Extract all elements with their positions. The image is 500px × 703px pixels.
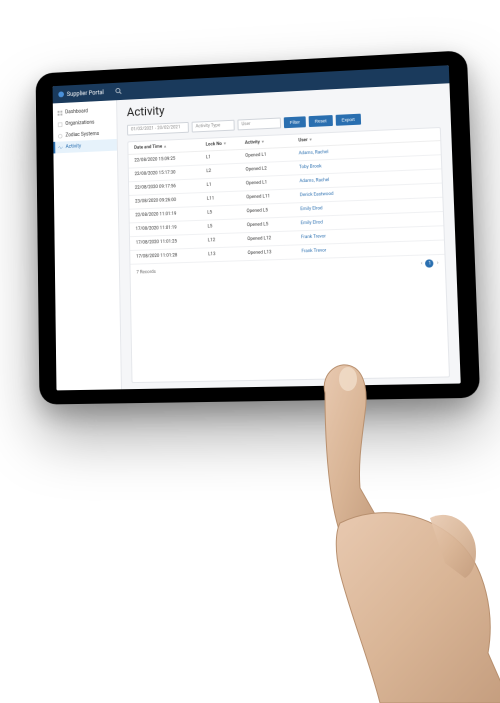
building-icon (58, 122, 63, 127)
cell-lock: L11 (207, 195, 246, 201)
system-icon (58, 133, 63, 138)
sidebar-item-label: Dashboard (65, 108, 88, 115)
sort-icon: ▼ (261, 139, 265, 144)
cell-activity: Opened L13 (248, 249, 302, 256)
cell-datetime: 17/08/2020 11:01:25 (136, 238, 208, 245)
cell-user[interactable]: Adams, Rachel (299, 174, 435, 185)
cell-activity: Opened L5 (247, 221, 301, 228)
cell-activity: Opened L2 (245, 165, 299, 172)
screen: Supplier Portal Dashboard (53, 65, 461, 390)
cell-user[interactable]: Adams, Rachel (299, 145, 435, 156)
cell-datetime: 22/08/2020 11:01:19 (135, 211, 207, 219)
main-content: Activity 01/02/2021 - 20/02/2021 Activit… (117, 83, 461, 389)
next-page-icon[interactable]: › (437, 260, 439, 266)
records-count: 7 Records (136, 269, 156, 275)
cell-lock: L5 (207, 223, 246, 229)
cell-lock: L5 (207, 209, 246, 215)
cell-user[interactable]: Toby Brook (299, 160, 435, 171)
cell-datetime: 22/08/2020 15:17:30 (135, 169, 207, 177)
export-button[interactable]: Export (335, 114, 361, 126)
cell-user[interactable]: Emily Elrod (300, 202, 436, 212)
tablet-bezel: Supplier Portal Dashboard (36, 50, 481, 404)
user-select[interactable]: User (237, 117, 281, 130)
cell-activity: Opened L1 (245, 151, 299, 158)
col-header-lock[interactable]: Lock No▼ (206, 140, 245, 148)
cell-user[interactable]: Derick Eastwood (300, 188, 436, 198)
reset-button[interactable]: Reset (309, 115, 333, 127)
sidebar-item-activity[interactable]: Activity (53, 139, 117, 154)
dashboard-icon (58, 110, 63, 115)
cell-datetime: 17/08/2020 11:01:28 (136, 252, 208, 259)
filter-button[interactable]: Filter (284, 116, 306, 128)
cell-lock: L1 (207, 181, 246, 188)
sort-icon: ▼ (309, 137, 313, 142)
cell-lock: L12 (208, 237, 248, 243)
col-header-activity[interactable]: Activity▼ (245, 137, 299, 145)
search-icon[interactable] (115, 87, 122, 96)
cell-datetime: 22/08/2020 15:09:25 (134, 155, 206, 163)
date-range-input[interactable]: 01/02/2021 - 20/02/2021 (127, 122, 189, 136)
cell-activity: Opened L1 (246, 179, 300, 186)
sidebar-item-label: Zodiac Systems (65, 131, 99, 138)
activity-type-select[interactable]: Activity Type (192, 120, 235, 133)
cell-lock: L2 (206, 168, 245, 175)
cell-activity: Opened L12 (247, 235, 301, 242)
sort-icon: ▼ (223, 141, 227, 146)
pagination: ‹ 1 › (421, 259, 439, 268)
cell-user[interactable]: Emily Elrod (301, 216, 437, 226)
sidebar-item-label: Organizations (65, 120, 94, 127)
sort-icon: ▲ (163, 143, 167, 148)
sidebar: Dashboard Organizations Zodiac Systems (53, 100, 122, 390)
sidebar-item-label: Activity (66, 144, 82, 151)
cell-datetime: 23/08/2020 09:26:00 (135, 197, 207, 205)
cell-lock: L1 (206, 154, 245, 161)
cell-user[interactable]: Frank Trevor (301, 231, 438, 241)
prev-page-icon[interactable]: ‹ (421, 261, 423, 267)
cell-user[interactable]: Frank Trevor (301, 245, 438, 254)
cell-activity: Opened L5 (247, 207, 301, 214)
cell-activity: Opened L11 (246, 193, 300, 200)
activity-icon (58, 145, 63, 150)
cell-datetime: 17/08/2020 11:01:19 (136, 225, 208, 233)
cell-datetime: 22/08/2020 09:17:56 (135, 183, 207, 191)
activity-table: Date and Time▲ Lock No▼ Activity▼ User▼ (127, 127, 450, 383)
page-number[interactable]: 1 (425, 259, 434, 267)
cell-lock: L13 (208, 251, 248, 257)
col-header-datetime[interactable]: Date and Time▲ (134, 142, 206, 151)
app-logo-icon (58, 91, 64, 97)
app-title: Supplier Portal (67, 89, 104, 98)
